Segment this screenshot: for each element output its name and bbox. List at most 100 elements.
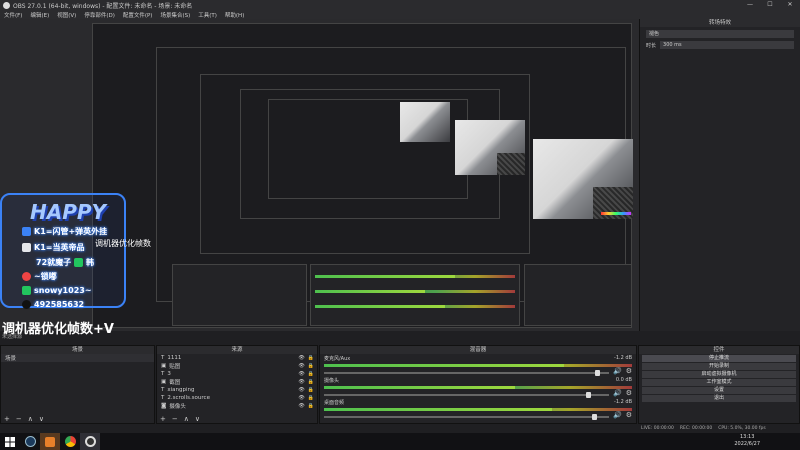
netease-icon (22, 272, 31, 281)
speaker-icon[interactable]: 🔊 (613, 367, 622, 375)
menu-scene-collection[interactable]: 场景集合(S) (160, 11, 190, 19)
nested-controls-dock (524, 264, 632, 326)
gear-icon[interactable]: ⚙ (626, 411, 632, 419)
speaker-icon[interactable]: 🔊 (613, 411, 622, 419)
level-meter (324, 364, 632, 367)
lock-icon[interactable]: 🔒 (308, 387, 314, 393)
gear-icon[interactable]: ⚙ (626, 389, 632, 397)
taskbar-clock[interactable]: 13:13 2022/6/27 (734, 434, 760, 448)
overlay-line-2: K1=当英帝品 (22, 242, 84, 253)
nested-sources-dock (172, 264, 307, 326)
sources-dock: 来源 T 1111 👁 🔒 ▣ 贴图 👁 🔒 T 3 👁 🔒 ▣ 截图 👁 🔒 Txiangping 👁 🔒… (156, 345, 318, 424)
steam-taskbar-button[interactable] (20, 433, 40, 450)
settings-button[interactable]: 设置 (642, 387, 796, 394)
visibility-eye-icon[interactable]: 👁 (298, 379, 304, 385)
level-meter (324, 408, 632, 411)
menu-file[interactable]: 文件(F) (4, 11, 22, 19)
remove-scene-button[interactable]: − (16, 415, 22, 423)
controls-dock: 控件 停止推流 开始录制 启动虚拟摄像机 工作室模式 设置 退出 (638, 345, 800, 424)
source-item[interactable]: T 1111 👁 🔒 (157, 354, 317, 362)
source-item[interactable]: Txiangping 👁 🔒 (157, 386, 317, 394)
minimize-button[interactable]: — (740, 0, 760, 10)
wechat-icon (22, 286, 31, 295)
menu-view[interactable]: 视图(V) (57, 11, 76, 19)
visibility-eye-icon[interactable]: 👁 (298, 371, 304, 377)
obs-logo-icon (3, 1, 10, 9)
visibility-eye-icon[interactable]: 👁 (298, 387, 304, 393)
exit-button[interactable]: 退出 (642, 395, 796, 402)
transition-select[interactable]: 褪色 (646, 30, 794, 38)
menu-edit[interactable]: 编辑(E) (30, 11, 49, 19)
text-source-icon: T (161, 387, 165, 393)
add-scene-button[interactable]: + (4, 415, 10, 423)
visibility-eye-icon[interactable]: 👁 (298, 395, 304, 401)
close-button[interactable]: ✕ (780, 0, 800, 10)
webcam-feed-nested-2 (455, 120, 525, 175)
channel-name: 摄像头 (324, 378, 340, 384)
visibility-eye-icon[interactable]: 👁 (298, 403, 304, 409)
obs-icon (84, 436, 96, 447)
overlay-line-4: ~锁嘟 (22, 271, 57, 282)
source-item[interactable]: T 3 👁 🔒 (157, 370, 317, 378)
volume-slider[interactable] (324, 413, 609, 420)
volume-slider[interactable] (324, 369, 609, 376)
maximize-button[interactable]: ☐ (760, 0, 780, 10)
duration-input[interactable]: 300 ms (660, 41, 794, 49)
overlay-line-5: snowy1023~ (22, 286, 92, 295)
text-source-icon: T (161, 395, 165, 401)
mixer-channel: 麦克风/Aux -1.2 dB 🔊 ⚙ (320, 354, 636, 376)
image-icon (22, 243, 31, 252)
remove-source-button[interactable]: − (172, 415, 178, 423)
camera-source-icon: ◙ (161, 403, 167, 409)
source-item[interactable]: T 2.scrolls.source 👁 🔒 (157, 394, 317, 402)
overlay-line-1: K1=闪管+弹英外挂 (22, 226, 107, 237)
level-meter (324, 386, 632, 389)
start-button[interactable] (0, 433, 20, 450)
scenes-title: 场景 (1, 346, 154, 354)
nested-mixer-dock (310, 264, 520, 326)
source-up-button[interactable]: ∧ (184, 415, 189, 423)
add-source-button[interactable]: + (160, 415, 166, 423)
speaker-icon[interactable]: 🔊 (613, 389, 622, 397)
lock-icon[interactable]: 🔒 (308, 379, 314, 385)
visibility-eye-icon[interactable]: 👁 (298, 355, 304, 361)
text-source-icon: T (161, 355, 165, 361)
menu-docks[interactable]: 停靠部件(D) (84, 11, 115, 19)
app-taskbar-button[interactable] (40, 433, 60, 450)
scene-up-button[interactable]: ∧ (28, 415, 33, 423)
menu-profile[interactable]: 配置文件(P) (123, 11, 153, 19)
cpu-status: CPU: 5.0%, 30.00 fps (718, 426, 766, 431)
menu-help[interactable]: 帮助(H) (225, 11, 244, 19)
app-icon (22, 227, 31, 236)
steam-icon (24, 436, 36, 447)
transitions-title: 转场特效 (640, 19, 800, 27)
visibility-eye-icon[interactable]: 👁 (298, 363, 304, 369)
chrome-taskbar-button[interactable] (60, 433, 80, 450)
no-source-selected: 未选择源 (2, 334, 23, 340)
obs-taskbar-button[interactable] (80, 433, 100, 450)
qq-icon (22, 300, 31, 309)
source-down-button[interactable]: ∨ (195, 415, 200, 423)
menu-tools[interactable]: 工具(T) (198, 11, 217, 19)
studio-mode-button[interactable]: 工作室模式 (642, 379, 796, 386)
lock-icon[interactable]: 🔒 (308, 355, 314, 361)
scene-down-button[interactable]: ∨ (39, 415, 44, 423)
rec-status: REC: 00:00:00 (679, 426, 713, 431)
source-item[interactable]: ▣ 贴图 👁 🔒 (157, 362, 317, 370)
lock-icon[interactable]: 🔒 (308, 395, 314, 401)
lock-icon[interactable]: 🔒 (308, 403, 314, 409)
start-recording-button[interactable]: 开始录制 (642, 363, 796, 370)
lock-icon[interactable]: 🔒 (308, 363, 314, 369)
menu-bar: 文件(F) 编辑(E) 视图(V) 停靠部件(D) 配置文件(P) 场景集合(S… (0, 10, 800, 19)
windows-logo-icon (5, 436, 15, 447)
source-item[interactable]: ▣ 截图 👁 🔒 (157, 378, 317, 386)
controls-title: 控件 (639, 346, 799, 354)
mixer-title: 混音器 (320, 346, 636, 354)
gear-icon[interactable]: ⚙ (626, 367, 632, 375)
lock-icon[interactable]: 🔒 (308, 371, 314, 377)
source-item[interactable]: ◙ 摄像头 👁 🔒 (157, 402, 317, 410)
scene-item[interactable]: 场景 (1, 354, 154, 362)
volume-slider[interactable] (324, 391, 609, 398)
start-virtual-camera-button[interactable]: 启动虚拟摄像机 (642, 371, 796, 378)
stop-streaming-button[interactable]: 停止推流 (642, 355, 796, 362)
